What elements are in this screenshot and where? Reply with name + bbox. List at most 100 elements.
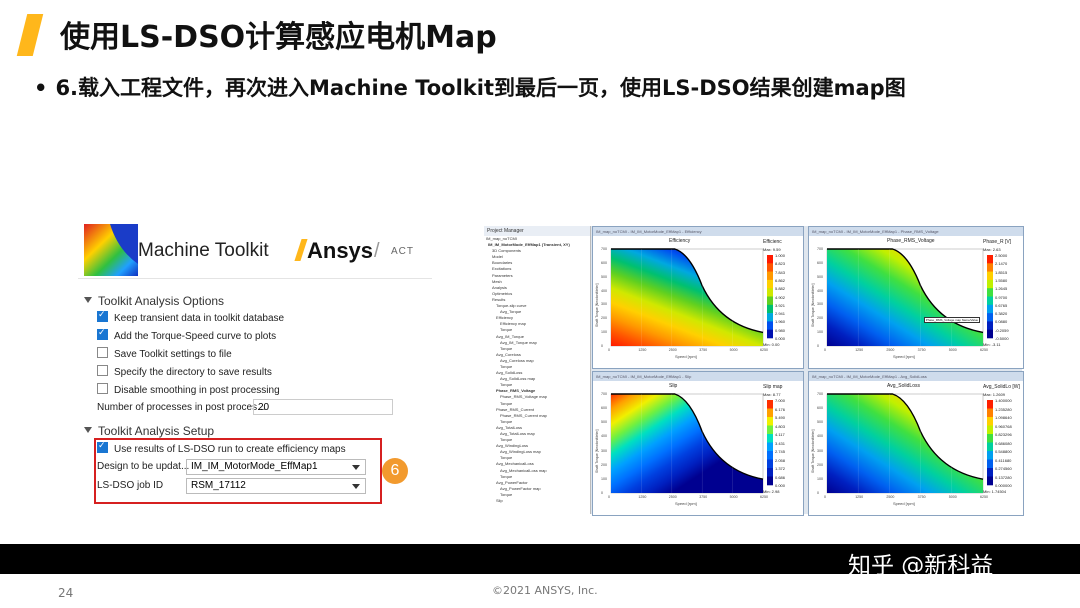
- section-toolkit-analysis-setup[interactable]: Toolkit Analysis Setup: [84, 424, 214, 438]
- y-axis-title: Shaft Torque [NewtonMeter]: [595, 429, 599, 474]
- colorbar-segment: [767, 329, 773, 339]
- y-tick-label: 200: [601, 316, 607, 321]
- colorbar-tick-label: 3.431: [775, 440, 786, 446]
- y-tick-label: 400: [817, 288, 823, 293]
- x-axis-title: Speed [rpm]: [893, 501, 915, 506]
- colorbar-tick-label: 0.000: [775, 483, 786, 488]
- colorbar-tick-label: 1.5580: [995, 277, 1008, 283]
- x-tick-label: 6250: [760, 495, 768, 499]
- option-keep-transient[interactable]: Keep transient data in toolkit database: [97, 309, 284, 324]
- option-add-torque-speed[interactable]: Add the Torque-Speed curve to plots: [97, 327, 276, 342]
- colorbar-tick-label: 0.980: [775, 327, 786, 333]
- x-tick-label: 2500: [886, 495, 895, 499]
- dropdown-caret-icon[interactable]: [352, 465, 360, 470]
- option-use-ls-dso[interactable]: Use results of LS-DSO run to create effi…: [97, 440, 346, 455]
- contour-plot-efficiency[interactable]: IM_map_noTCMI - IM_IM_MotorMode_EffMap1 …: [592, 226, 804, 369]
- design-select-value: IM_IM_MotorMode_EffMap1: [191, 461, 318, 472]
- job-id-select[interactable]: RSM_17112: [186, 478, 366, 494]
- section-title: Toolkit Analysis Setup: [98, 424, 215, 438]
- x-tick-label: 0: [608, 348, 610, 352]
- colorbar-tick-label: 7.000: [775, 398, 786, 403]
- page-number: 24: [58, 586, 74, 600]
- design-label: Design to be updat...: [97, 461, 190, 472]
- colorbar-title: Slip map: [763, 384, 783, 390]
- section-title: Toolkit Analysis Options: [98, 294, 225, 308]
- y-tick-label: 0: [601, 344, 603, 348]
- contour-plot-avg-solidloss[interactable]: IM_map_noTCMI - IM_IM_MotorMode_EffMap1 …: [808, 371, 1024, 516]
- y-tick-label: 100: [817, 476, 823, 481]
- x-tick-label: 0: [824, 348, 826, 352]
- y-tick-label: 200: [601, 462, 607, 467]
- y-tick-label: 600: [601, 260, 607, 265]
- colorbar-tick-label: 2.1470: [995, 261, 1008, 267]
- checkbox-save-settings[interactable]: [97, 347, 108, 358]
- step-badge: 6: [382, 458, 408, 484]
- y-tick-label: 500: [817, 274, 823, 279]
- ansys-logo-text: Ansys: [307, 238, 374, 263]
- colorbar-segment: [767, 296, 773, 306]
- option-specify-directory[interactable]: Specify the directory to save results: [97, 365, 272, 378]
- title-accent-bar: [16, 14, 44, 56]
- act-label: ACT: [391, 246, 414, 257]
- checkbox-use-ls-dso[interactable]: [97, 440, 108, 453]
- project-tree: IM_map_noTCMI IM_IM_MotorMode_EffMap1 (Tr…: [484, 236, 590, 504]
- section-toolkit-analysis-options[interactable]: Toolkit Analysis Options: [84, 294, 224, 308]
- colorbar-tick-label: 0.9700: [995, 294, 1008, 300]
- y-axis-title: Shaft Torque [NewtonMeter]: [595, 283, 599, 327]
- checkbox-disable-smoothing[interactable]: [97, 383, 108, 394]
- colorbar-tick-label: 2.058: [775, 457, 786, 463]
- colorbar-tick-label: 2.5000: [995, 253, 1008, 258]
- colorbar-segment: [987, 459, 993, 469]
- processes-input[interactable]: 20: [253, 399, 393, 415]
- colorbar-tick-label: 0.548800: [995, 449, 1012, 454]
- colorbar-tick-label: 6.176: [775, 406, 786, 412]
- contour-plot-slip[interactable]: IM_map_noTCMI - IM_IM_MotorMode_EffMap1 …: [592, 371, 804, 516]
- colorbar-segment: [987, 304, 993, 314]
- colorbar-segment: [987, 321, 993, 330]
- colorbar-tick-label: 0.960768: [995, 423, 1012, 429]
- plot-title: Avg_SolidLoss: [887, 383, 920, 389]
- colorbar-segment: [767, 313, 773, 322]
- checkbox-specify-directory[interactable]: [97, 365, 108, 376]
- dropdown-caret-icon[interactable]: [352, 484, 360, 489]
- tree-item[interactable]: Slip: [484, 498, 590, 504]
- collapse-arrow-icon[interactable]: [84, 427, 92, 433]
- option-save-settings[interactable]: Save Toolkit settings to file: [97, 347, 232, 360]
- colorbar-segment: [767, 279, 773, 289]
- data-marker-annotation: Phase_RMS_Voltage map Name/Value: [923, 316, 981, 323]
- checkbox-add-torque-speed[interactable]: [97, 327, 108, 340]
- colorbar-segment: [987, 442, 993, 452]
- x-tick-label: 3750: [917, 348, 926, 352]
- colorbar-segment: [987, 279, 993, 289]
- colorbar-segment: [987, 425, 993, 435]
- colorbar-tick-label: 0.000000: [995, 483, 1012, 488]
- aedt-screenshot: Project Manager IM_map_noTCMI IM_IM_Motor…: [484, 226, 1024, 516]
- colorbar-tick-label: 8.823: [775, 261, 786, 267]
- option-disable-smoothing[interactable]: Disable smoothing in post processing: [97, 383, 280, 396]
- y-tick-label: 600: [601, 406, 607, 411]
- logo-separator: /: [374, 240, 380, 262]
- ansys-logo-slash-icon: [294, 239, 308, 261]
- collapse-arrow-icon[interactable]: [84, 297, 92, 303]
- colorbar-segment: [767, 408, 773, 418]
- colorbar-segment: [987, 434, 993, 443]
- toolkit-header: Machine Toolkit Ansys / ACT: [78, 222, 432, 279]
- colorbar-title: Avg_SolidLo [W]: [983, 384, 1020, 390]
- design-select[interactable]: IM_IM_MotorMode_EffMap1: [186, 459, 366, 475]
- bullet-dot: •: [34, 76, 48, 100]
- colorbar-segment: [987, 329, 993, 339]
- x-tick-label: 6250: [760, 348, 768, 352]
- colorbar-tick-label: 1.8515: [995, 269, 1008, 275]
- contour-plot-phase-rms-voltage[interactable]: IM_map_noTCMI - IM_IM_MotorMode_EffMap1 …: [808, 226, 1024, 369]
- colorbar-tick-label: 1.372: [775, 466, 786, 471]
- job-id-label: LS-DSO job ID: [97, 480, 164, 491]
- checkbox-keep-transient[interactable]: [97, 309, 108, 322]
- colorbar-tick-label: 3.921: [775, 302, 786, 308]
- colorbar-tick-label: 0.6765: [995, 302, 1008, 308]
- project-manager-panel: Project Manager IM_map_noTCMI IM_IM_Motor…: [484, 226, 591, 514]
- colorbar-segment: [767, 451, 773, 460]
- colorbar-max-label: Max: 8.77: [763, 392, 781, 397]
- colorbar-title: Phase_R [V]: [983, 239, 1012, 245]
- colorbar-segment: [987, 451, 993, 460]
- ansys-logo: Ansys: [294, 238, 374, 264]
